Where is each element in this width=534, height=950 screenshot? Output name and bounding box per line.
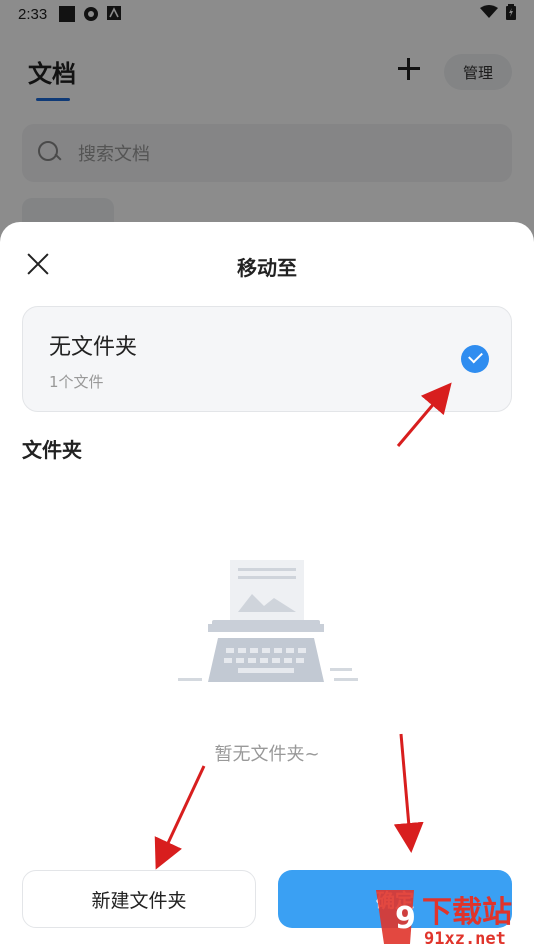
empty-state-text: 暂无文件夹~ (214, 744, 320, 765)
empty-typewriter-icon (178, 558, 358, 688)
sheet-title: 移动至 (237, 256, 297, 280)
watermark: 9 下载站 91xz.net (370, 884, 534, 950)
no-folder-title: 无文件夹 (49, 335, 138, 360)
move-to-sheet: 移动至 无文件夹 1个文件 文件夹 暂无文件夹~ 新建文件夹 确定 (0, 222, 534, 950)
folder-section-title: 文件夹 (22, 438, 82, 462)
new-folder-button[interactable]: 新建文件夹 (22, 870, 256, 928)
no-folder-subtitle: 1个文件 (49, 373, 104, 391)
watermark-text: 下载站 (422, 895, 512, 930)
check-circle-icon (461, 345, 489, 373)
no-folder-option[interactable]: 无文件夹 1个文件 (22, 306, 512, 412)
svg-text:9: 9 (395, 901, 416, 936)
watermark-domain: 91xz.net (424, 929, 506, 949)
